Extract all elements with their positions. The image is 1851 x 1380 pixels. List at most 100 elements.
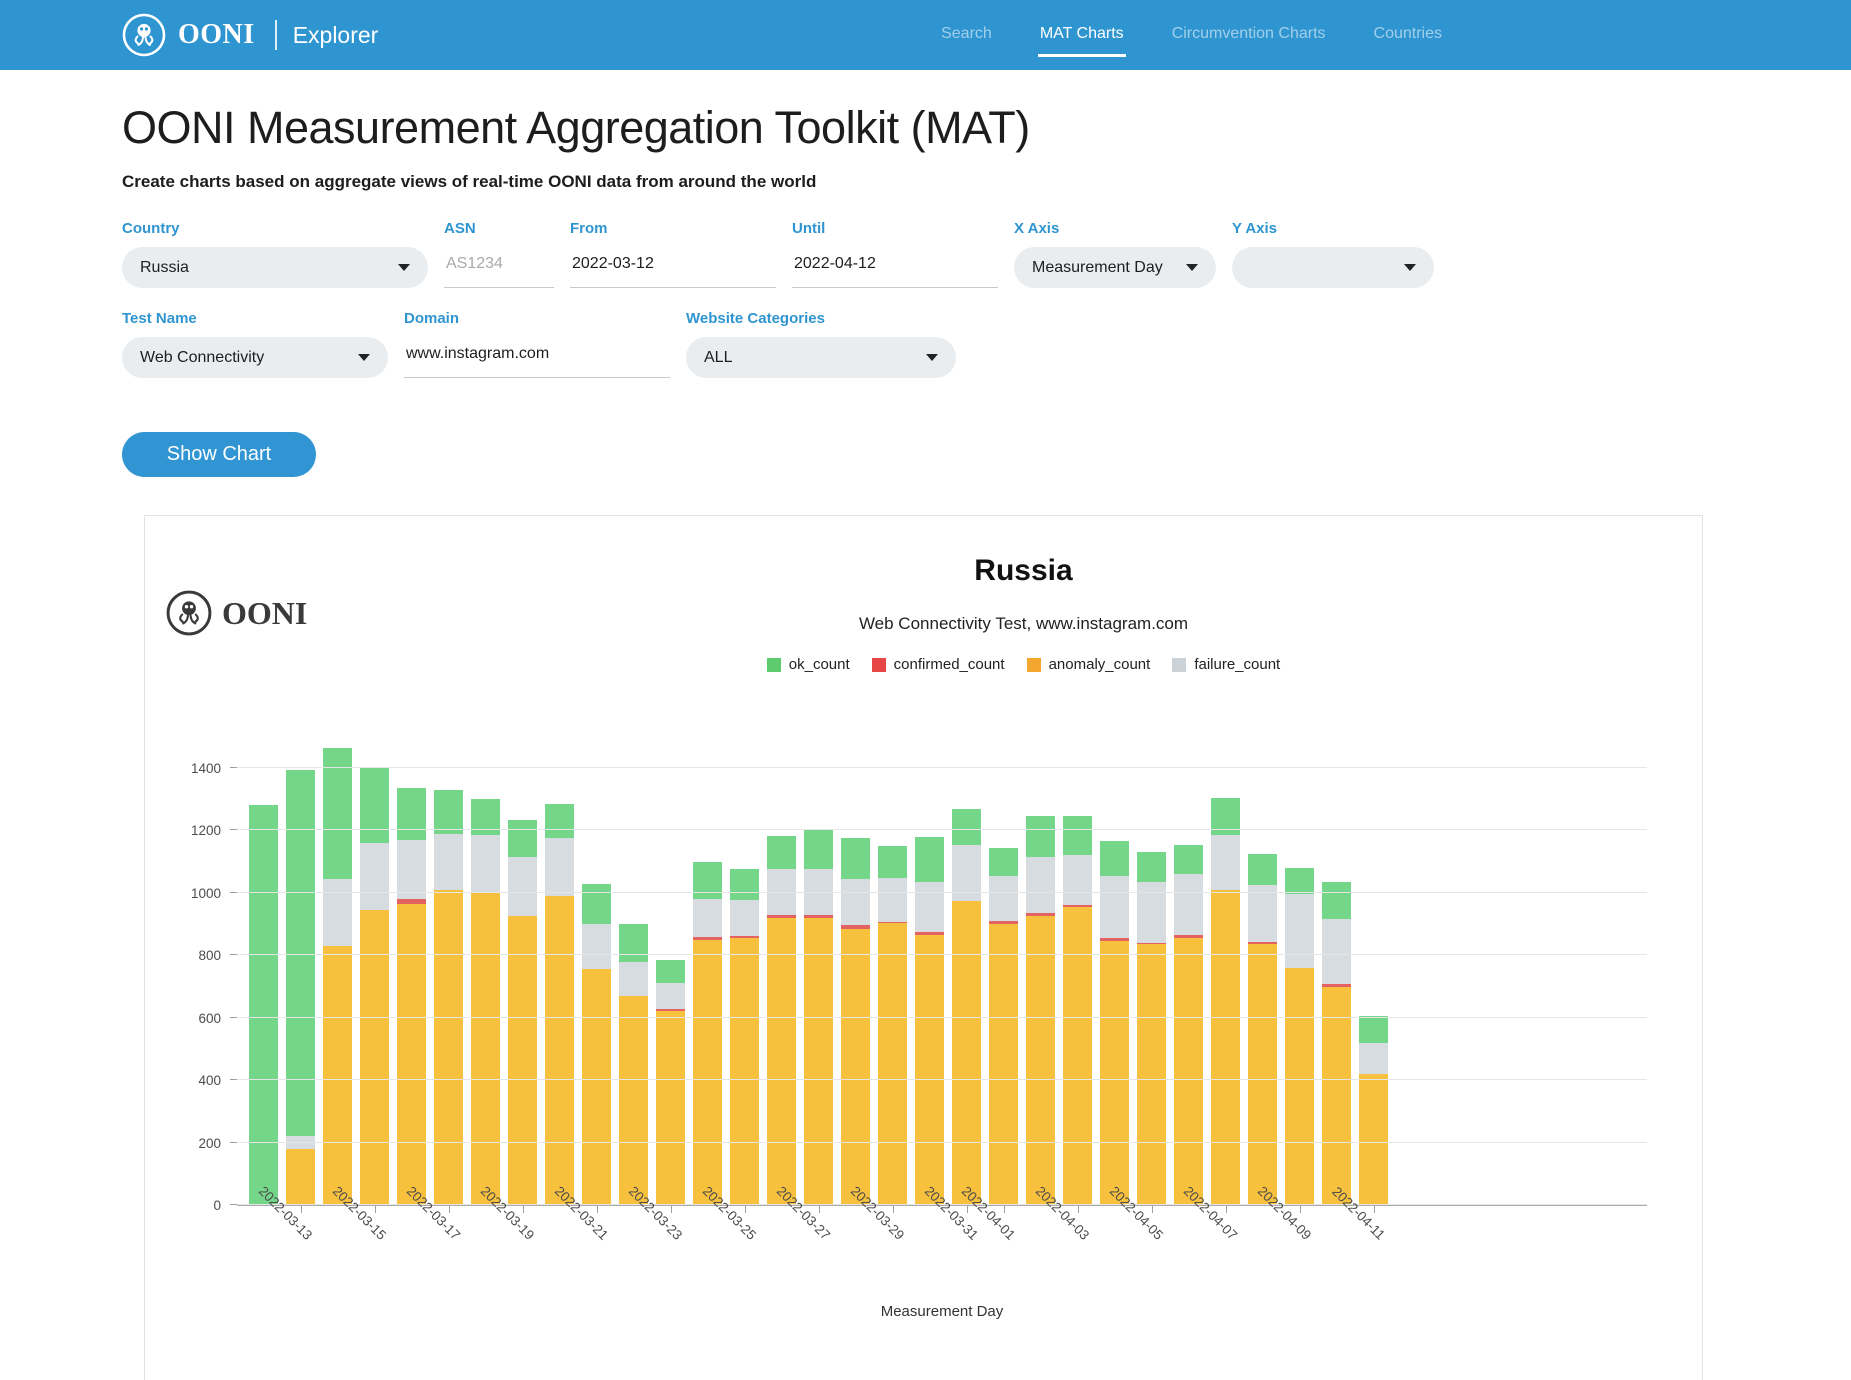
bar-2022-03-15[interactable]	[356, 748, 393, 1205]
bar-2022-03-12[interactable]	[245, 748, 282, 1205]
segment-anomaly_count[interactable]	[804, 918, 833, 1205]
bar-2022-03-14[interactable]	[319, 748, 356, 1205]
stacked-bar[interactable]	[989, 848, 1018, 1205]
bar-2022-04-07[interactable]	[1207, 748, 1244, 1205]
segment-failure_count[interactable]	[915, 882, 944, 932]
segment-failure_count[interactable]	[730, 900, 759, 936]
bar-2022-04-10[interactable]	[1318, 748, 1355, 1205]
segment-failure_count[interactable]	[1322, 919, 1351, 984]
nav-mat-charts[interactable]: MAT Charts	[1038, 15, 1126, 55]
nav-search[interactable]: Search	[939, 15, 994, 55]
segment-ok_count[interactable]	[989, 848, 1018, 876]
bar-2022-04-09[interactable]	[1281, 748, 1318, 1205]
segment-ok_count[interactable]	[804, 829, 833, 870]
nav-circumvention-charts[interactable]: Circumvention Charts	[1170, 15, 1328, 55]
segment-anomaly_count[interactable]	[730, 938, 759, 1205]
segment-anomaly_count[interactable]	[878, 923, 907, 1205]
stacked-bar[interactable]	[1359, 1016, 1388, 1205]
stacked-bar[interactable]	[1063, 816, 1092, 1205]
stacked-bar[interactable]	[730, 869, 759, 1205]
bar-2022-03-28[interactable]	[837, 748, 874, 1205]
segment-anomaly_count[interactable]	[693, 940, 722, 1205]
segment-ok_count[interactable]	[915, 837, 944, 882]
bar-2022-04-11[interactable]	[1355, 748, 1392, 1205]
segment-ok_count[interactable]	[841, 838, 870, 879]
segment-ok_count[interactable]	[249, 805, 278, 1205]
segment-ok_count[interactable]	[508, 820, 537, 857]
segment-ok_count[interactable]	[619, 924, 648, 961]
segment-failure_count[interactable]	[360, 843, 389, 910]
segment-anomaly_count[interactable]	[767, 918, 796, 1205]
segment-failure_count[interactable]	[508, 857, 537, 916]
show-chart-button[interactable]: Show Chart	[122, 432, 316, 477]
segment-ok_count[interactable]	[1248, 854, 1277, 885]
bar-2022-04-03[interactable]	[1059, 748, 1096, 1205]
segment-anomaly_count[interactable]	[1174, 938, 1203, 1205]
segment-ok_count[interactable]	[545, 804, 574, 838]
until-date-input[interactable]	[792, 247, 998, 288]
segment-failure_count[interactable]	[1100, 876, 1129, 938]
segment-ok_count[interactable]	[1174, 845, 1203, 875]
bar-2022-03-25[interactable]	[726, 748, 763, 1205]
stacked-bar[interactable]	[1100, 841, 1129, 1205]
stacked-bar[interactable]	[693, 862, 722, 1205]
stacked-bar[interactable]	[841, 838, 870, 1205]
segment-anomaly_count[interactable]	[545, 896, 574, 1205]
test-name-select[interactable]: Web Connectivity	[122, 337, 388, 378]
segment-failure_count[interactable]	[397, 840, 426, 899]
segment-anomaly_count[interactable]	[1322, 987, 1351, 1206]
segment-anomaly_count[interactable]	[1026, 916, 1055, 1205]
segment-anomaly_count[interactable]	[286, 1149, 315, 1205]
segment-failure_count[interactable]	[1026, 857, 1055, 913]
from-date-input[interactable]	[570, 247, 776, 288]
segment-failure_count[interactable]	[1211, 835, 1240, 890]
bar-2022-03-21[interactable]	[578, 748, 615, 1205]
bar-2022-03-29[interactable]	[874, 748, 911, 1205]
segment-anomaly_count[interactable]	[952, 901, 981, 1205]
segment-anomaly_count[interactable]	[1285, 968, 1314, 1205]
bar-2022-04-04[interactable]	[1096, 748, 1133, 1205]
segment-failure_count[interactable]	[841, 879, 870, 925]
stacked-bar[interactable]	[545, 804, 574, 1205]
bar-2022-04-06[interactable]	[1170, 748, 1207, 1205]
segment-ok_count[interactable]	[767, 836, 796, 869]
segment-failure_count[interactable]	[656, 983, 685, 1009]
segment-anomaly_count[interactable]	[1359, 1074, 1388, 1205]
segment-ok_count[interactable]	[1063, 816, 1092, 855]
stacked-bar[interactable]	[1174, 845, 1203, 1205]
segment-failure_count[interactable]	[1359, 1043, 1388, 1074]
segment-failure_count[interactable]	[471, 835, 500, 893]
bar-2022-03-20[interactable]	[541, 748, 578, 1205]
segment-ok_count[interactable]	[1285, 868, 1314, 895]
segment-ok_count[interactable]	[1137, 852, 1166, 882]
segment-ok_count[interactable]	[878, 846, 907, 878]
segment-failure_count[interactable]	[545, 838, 574, 896]
segment-failure_count[interactable]	[323, 879, 352, 946]
segment-failure_count[interactable]	[1063, 855, 1092, 905]
segment-anomaly_count[interactable]	[656, 1011, 685, 1205]
bar-2022-03-26[interactable]	[763, 748, 800, 1205]
stacked-bar[interactable]	[656, 960, 685, 1205]
bar-2022-04-08[interactable]	[1244, 748, 1281, 1205]
segment-failure_count[interactable]	[582, 924, 611, 969]
stacked-bar[interactable]	[1285, 868, 1314, 1205]
segment-anomaly_count[interactable]	[397, 904, 426, 1205]
segment-anomaly_count[interactable]	[508, 916, 537, 1205]
bar-2022-03-18[interactable]	[467, 748, 504, 1205]
segment-anomaly_count[interactable]	[1063, 907, 1092, 1205]
brand[interactable]: OONI Explorer	[122, 13, 378, 57]
segment-anomaly_count[interactable]	[1100, 941, 1129, 1205]
segment-ok_count[interactable]	[730, 869, 759, 900]
stacked-bar[interactable]	[360, 768, 389, 1205]
stacked-bar[interactable]	[471, 799, 500, 1205]
stacked-bar[interactable]	[1211, 798, 1240, 1205]
bar-2022-03-16[interactable]	[393, 748, 430, 1205]
nav-countries[interactable]: Countries	[1372, 15, 1444, 55]
segment-anomaly_count[interactable]	[582, 969, 611, 1205]
segment-anomaly_count[interactable]	[619, 996, 648, 1205]
bar-2022-03-22[interactable]	[615, 748, 652, 1205]
stacked-bar[interactable]	[1137, 852, 1166, 1205]
stacked-bar[interactable]	[286, 770, 315, 1205]
segment-anomaly_count[interactable]	[323, 946, 352, 1205]
domain-input[interactable]	[404, 337, 670, 378]
